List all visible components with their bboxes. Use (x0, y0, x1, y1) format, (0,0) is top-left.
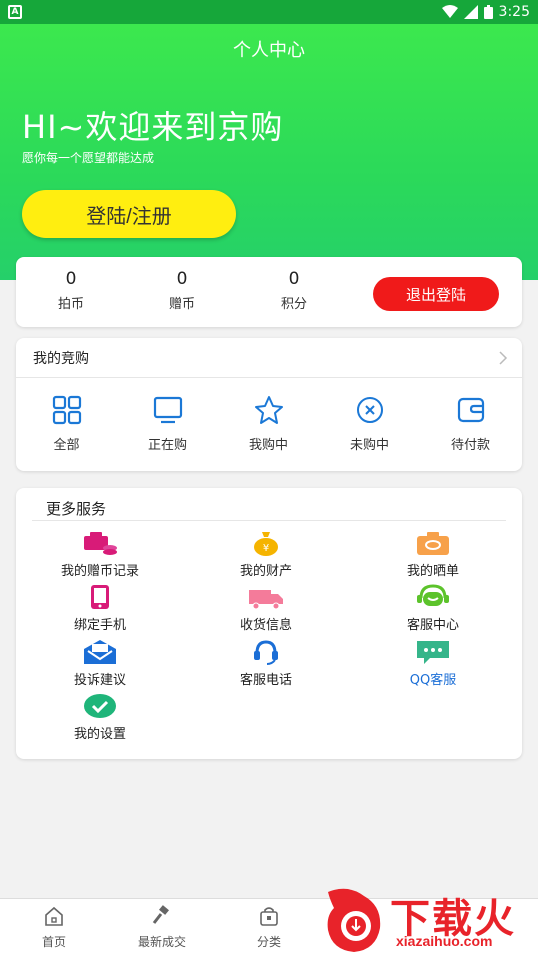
service-qq[interactable]: QQ客服 (353, 637, 513, 688)
page-title: 个人中心 (233, 40, 305, 61)
bid-item-unpaid[interactable]: 待付款 (420, 392, 521, 453)
my-bids-title: 我的竞购 (33, 350, 89, 367)
mail-icon (84, 640, 116, 664)
home-icon (45, 906, 63, 926)
stat-paibi[interactable]: 0 拍币 (31, 269, 111, 312)
nav-home[interactable]: 首页 (4, 905, 104, 950)
phone-icon (91, 585, 109, 609)
service-hotline[interactable]: 客服电话 (186, 637, 346, 688)
stat-jifen[interactable]: 0 积分 (254, 269, 334, 312)
monitor-icon (153, 396, 182, 424)
bid-item-label: 待付款 (450, 438, 490, 453)
coins-icon (84, 532, 117, 555)
divider (32, 520, 506, 521)
stats-card: 0 拍币 0 赠币 0 积分 退出登陆 (16, 257, 522, 327)
notification-badge: A (8, 5, 22, 19)
bid-item-label: 正在购 (147, 438, 187, 453)
service-assets[interactable]: ¥ 我的财产 (186, 528, 346, 579)
stat-value: 0 (288, 269, 300, 289)
service-bind-phone[interactable]: 绑定手机 (20, 582, 180, 633)
service-label: 我的晒单 (406, 564, 459, 579)
gavel-icon (152, 905, 169, 924)
welcome-text: HI~欢迎来到京购 (22, 108, 284, 146)
service-label: 收货信息 (239, 618, 292, 633)
stat-label: 赠币 (168, 297, 195, 312)
camera-icon (417, 532, 449, 555)
wallet-icon (457, 397, 484, 423)
nav-label: 首页 (41, 935, 66, 949)
status-bar: A 3:25 (0, 0, 538, 24)
logout-button[interactable]: 退出登陆 (373, 277, 499, 311)
bid-item-label: 全部 (53, 438, 80, 453)
star-icon (254, 396, 283, 424)
service-settings[interactable]: 我的设置 (20, 691, 180, 742)
more-services-card: 更多服务 我的赠币记录 ¥ 我的财产 我的晒单 绑定手机 收货信息 客服中心 投… (16, 488, 522, 759)
bid-item-label: 我购中 (248, 438, 288, 453)
nav-label: 最新成交 (137, 935, 186, 949)
watermark: 下载火 xiazaihuo.com (318, 884, 538, 954)
login-register-button[interactable]: 登陆/注册 (22, 190, 236, 238)
flame-logo-icon (327, 888, 381, 952)
stat-zengbi[interactable]: 0 赠币 (142, 269, 222, 312)
service-label: 客服电话 (239, 673, 292, 688)
chevron-right-icon (499, 351, 508, 365)
truck-icon (249, 590, 283, 610)
grid-icon (52, 395, 81, 425)
service-label: 投诉建议 (73, 673, 126, 688)
service-coin-records[interactable]: 我的赠币记录 (20, 528, 180, 579)
bag-icon (260, 907, 278, 926)
services-title: 更多服务 (46, 500, 107, 518)
svg-text:¥: ¥ (263, 543, 269, 554)
stat-value: 0 (65, 269, 77, 289)
nav-latest-deals[interactable]: 最新成交 (112, 905, 212, 950)
service-label: 我的设置 (73, 727, 126, 742)
stat-label: 积分 (280, 297, 307, 312)
my-bids-card: 我的竞购 全部 正在购 我购中 未购中 待付款 (16, 338, 522, 471)
chat-icon (417, 641, 449, 664)
money-bag-icon: ¥ (254, 532, 278, 556)
signal-icon (463, 5, 478, 19)
service-complaint[interactable]: 投诉建议 (20, 637, 180, 688)
stat-label: 拍币 (57, 297, 84, 312)
profile-hero: 个人中心 HI~欢迎来到京购 愿你每一个愿望都能达成 登陆/注册 (0, 24, 538, 280)
my-bids-header[interactable]: 我的竞购 (16, 338, 522, 378)
bid-item-winning[interactable]: 我购中 (218, 392, 319, 453)
headset-icon (417, 584, 449, 606)
service-label: QQ客服 (409, 673, 457, 688)
nav-label: 分类 (256, 935, 281, 949)
service-address[interactable]: 收货信息 (186, 582, 346, 633)
service-label: 我的赠币记录 (60, 564, 139, 579)
status-time: 3:25 (498, 4, 530, 20)
x-circle-icon (356, 397, 383, 423)
bid-item-all[interactable]: 全部 (16, 392, 117, 453)
bid-item-label: 未购中 (349, 438, 389, 453)
stat-value: 0 (176, 269, 188, 289)
service-support-center[interactable]: 客服中心 (353, 582, 513, 633)
wish-text: 愿你每一个愿望都能达成 (22, 151, 155, 165)
battery-icon (483, 5, 493, 19)
service-label: 绑定手机 (73, 618, 126, 633)
wifi-icon (441, 5, 458, 18)
bid-item-lost[interactable]: 未购中 (319, 392, 420, 453)
bid-item-ongoing[interactable]: 正在购 (117, 392, 218, 453)
watermark-url: xiazaihuo.com (396, 933, 493, 949)
service-label: 我的财产 (239, 564, 292, 579)
phone-support-icon (254, 640, 278, 665)
service-show-order[interactable]: 我的晒单 (353, 528, 513, 579)
check-circle-icon (84, 694, 116, 718)
service-label: 客服中心 (406, 618, 459, 633)
nav-category[interactable]: 分类 (219, 905, 319, 950)
